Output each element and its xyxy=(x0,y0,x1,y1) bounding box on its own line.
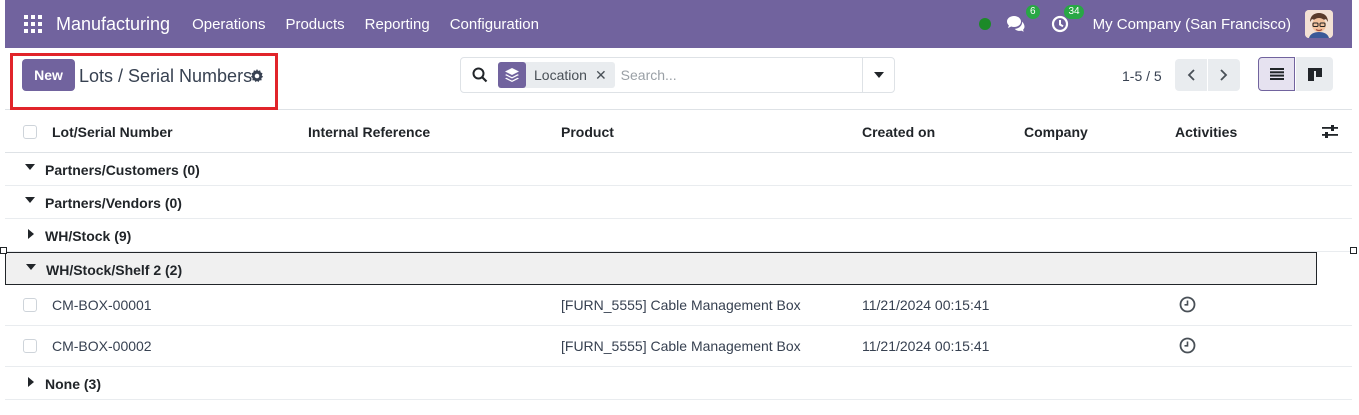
search-bar: Location ✕ xyxy=(460,57,895,93)
chevron-right-icon xyxy=(1220,69,1228,81)
gear-icon[interactable] xyxy=(250,69,264,83)
clock-icon xyxy=(1051,15,1068,33)
caret-right-icon xyxy=(28,229,34,239)
select-all-checkbox[interactable] xyxy=(23,125,37,139)
search-icon[interactable] xyxy=(472,67,488,83)
group-row[interactable]: Partners/Vendors (0) xyxy=(5,186,1352,219)
table-row[interactable]: CM-BOX-00001 [FURN_5555] Cable Managemen… xyxy=(5,285,1352,326)
layers-icon xyxy=(498,62,526,88)
menu-reporting[interactable]: Reporting xyxy=(365,16,430,33)
user-avatar[interactable] xyxy=(1305,10,1333,38)
cell-product: [FURN_5555] Cable Management Box xyxy=(561,338,801,354)
column-company[interactable]: Company xyxy=(1024,124,1088,140)
group-row[interactable]: WH/Stock (9) xyxy=(5,219,1352,252)
page-title: Lots / Serial Numbers xyxy=(79,66,253,86)
row-checkbox[interactable] xyxy=(23,339,37,353)
company-switcher[interactable]: My Company (San Francisco) xyxy=(1093,16,1291,33)
activities-count-badge: 34 xyxy=(1064,5,1084,19)
activity-clock-icon[interactable] xyxy=(1179,337,1196,354)
column-internal-reference[interactable]: Internal Reference xyxy=(308,124,430,140)
facet-label: Location xyxy=(534,67,587,83)
column-created-on[interactable]: Created on xyxy=(862,124,935,140)
pager-previous-button[interactable] xyxy=(1175,59,1207,91)
list-table: Lot/Serial Number Internal Reference Pro… xyxy=(5,111,1352,400)
column-lot-serial[interactable]: Lot/Serial Number xyxy=(52,124,173,140)
activity-menu[interactable]: 34 xyxy=(1049,5,1084,35)
apps-menu-icon[interactable] xyxy=(24,15,42,33)
table-header: Lot/Serial Number Internal Reference Pro… xyxy=(5,111,1352,153)
facet-remove-icon[interactable]: ✕ xyxy=(595,67,607,84)
group-label: None (3) xyxy=(45,376,101,392)
column-activities[interactable]: Activities xyxy=(1175,124,1237,140)
column-product[interactable]: Product xyxy=(561,124,614,140)
group-label: WH/Stock/Shelf 2 (2) xyxy=(46,262,183,278)
resize-handle-left[interactable] xyxy=(0,247,7,254)
caret-down-icon xyxy=(25,197,35,203)
list-view-button[interactable] xyxy=(1258,57,1295,91)
group-row[interactable]: Partners/Customers (0) xyxy=(5,153,1352,186)
cell-product: [FURN_5555] Cable Management Box xyxy=(561,297,801,313)
optional-columns-icon[interactable] xyxy=(1322,125,1338,139)
messages-count-badge: 6 xyxy=(1026,5,1040,19)
presence-status-icon[interactable] xyxy=(978,18,991,30)
top-navbar: Manufacturing Operations Products Report… xyxy=(5,0,1352,48)
navbar-systray: 6 34 My Company (San Francisco) xyxy=(978,0,1352,48)
pager-next-button[interactable] xyxy=(1208,59,1240,91)
group-row-selected[interactable]: WH/Stock/Shelf 2 (2) xyxy=(5,252,1317,285)
new-button[interactable]: New xyxy=(22,59,75,91)
search-options-toggle[interactable] xyxy=(862,58,894,92)
search-facet: Location ✕ xyxy=(498,62,615,88)
caret-right-icon xyxy=(28,377,34,387)
group-label: Partners/Vendors (0) xyxy=(45,195,182,211)
menu-products[interactable]: Products xyxy=(285,16,344,33)
caret-down-icon xyxy=(873,72,884,78)
control-panel: New Lots / Serial Numbers Location ✕ Sea… xyxy=(5,48,1352,110)
kanban-view-icon xyxy=(1307,67,1322,81)
resize-handle-right[interactable] xyxy=(1350,247,1357,254)
kanban-view-button[interactable] xyxy=(1296,57,1333,91)
group-label: Partners/Customers (0) xyxy=(45,162,200,178)
activity-clock-icon[interactable] xyxy=(1179,296,1196,313)
cell-lot: CM-BOX-00002 xyxy=(52,338,152,354)
menu-operations[interactable]: Operations xyxy=(192,16,265,33)
messaging-menu[interactable]: 6 xyxy=(1005,5,1040,35)
menu-configuration[interactable]: Configuration xyxy=(450,16,539,33)
search-input[interactable] xyxy=(620,67,851,83)
caret-down-icon xyxy=(25,164,35,170)
list-view-icon xyxy=(1269,68,1284,80)
pager-value[interactable]: 1-5 / 5 xyxy=(1122,68,1162,84)
cell-created-on: 11/21/2024 00:15:41 xyxy=(862,297,990,313)
cell-lot: CM-BOX-00001 xyxy=(52,297,152,313)
table-row[interactable]: CM-BOX-00002 [FURN_5555] Cable Managemen… xyxy=(5,326,1352,367)
group-row[interactable]: None (3) xyxy=(5,367,1352,400)
group-label: WH/Stock (9) xyxy=(45,228,132,244)
chevron-left-icon xyxy=(1187,69,1195,81)
chat-icon xyxy=(1006,16,1025,32)
app-brand[interactable]: Manufacturing xyxy=(56,14,170,35)
cell-created-on: 11/21/2024 00:15:41 xyxy=(862,338,990,354)
row-checkbox[interactable] xyxy=(23,298,37,312)
caret-down-icon xyxy=(26,264,36,270)
